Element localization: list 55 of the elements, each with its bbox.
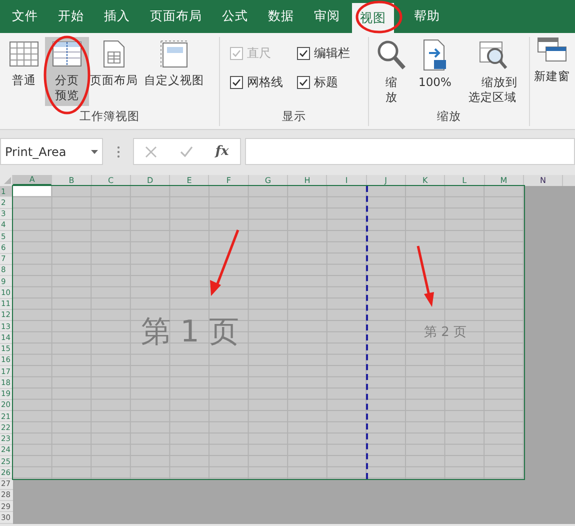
page-number-label: 第 1 页: [140, 314, 239, 352]
drag-handle-icon[interactable]: [116, 146, 120, 158]
ribbon-tab[interactable]: 数据: [260, 0, 302, 33]
column-header[interactable]: I: [327, 175, 367, 186]
group-label: 显示: [282, 109, 306, 125]
page-break-line[interactable]: [366, 186, 368, 478]
close-icon[interactable]: [145, 146, 158, 158]
checkbox-option[interactable]: 网格线: [230, 74, 283, 91]
ribbon-tab[interactable]: 页面布局: [142, 0, 210, 33]
annotation-ellipse: [355, 0, 403, 34]
checkbox-option[interactable]: 编辑栏: [297, 45, 350, 62]
group-label: 缩放: [437, 109, 461, 125]
checkbox[interactable]: [297, 47, 310, 60]
column-header[interactable]: A: [13, 175, 52, 186]
page-zoom-icon: [420, 39, 449, 71]
grid-icon: [9, 39, 39, 69]
zoom-button[interactable]: 缩放到选定区域: [464, 37, 522, 108]
select-all-icon[interactable]: [4, 177, 11, 184]
page-layout-icon: [101, 39, 127, 69]
active-cell[interactable]: [13, 186, 52, 196]
page-number-label: 第 2 页: [424, 324, 467, 342]
dropdown-icon: [91, 150, 98, 154]
column-header[interactable]: F: [209, 175, 249, 186]
insert-function-button[interactable]: fx: [215, 144, 229, 159]
group-label: 工作簿视图: [80, 109, 140, 125]
checkbox[interactable]: [297, 76, 310, 89]
view-button[interactable]: 自定义视图: [139, 37, 209, 91]
column-header[interactable]: N: [524, 175, 564, 186]
zoom-selection-icon: [478, 39, 508, 71]
name-box[interactable]: Print_Area: [0, 138, 103, 165]
checkbox-option[interactable]: 标题: [297, 74, 350, 91]
page-break-icon: [52, 39, 82, 69]
ribbon-tab[interactable]: 文件: [4, 0, 46, 33]
zoom-button[interactable]: 缩放: [376, 37, 406, 108]
annotation-arrow: [209, 228, 241, 298]
custom-view-icon: [159, 39, 189, 69]
ribbon-tab[interactable]: 公式: [214, 0, 256, 33]
view-button[interactable]: 普通: [4, 37, 44, 91]
check-icon[interactable]: [180, 146, 193, 157]
ribbon-tab[interactable]: 插入: [96, 0, 138, 33]
formula-input[interactable]: [245, 138, 575, 165]
search-icon: [376, 39, 406, 71]
column-header[interactable]: E: [170, 175, 210, 186]
ribbon-tab[interactable]: 开始: [50, 0, 92, 33]
zoom-button[interactable]: 100%: [414, 37, 455, 93]
view-button[interactable]: 页面布局: [90, 37, 138, 91]
checkbox[interactable]: [230, 76, 243, 89]
print-area-grid[interactable]: 第 1 页 第 2 页: [13, 186, 524, 478]
ribbon-tab[interactable]: 帮助: [406, 0, 448, 33]
column-header[interactable]: H: [288, 175, 328, 186]
ribbon-tab[interactable]: 审阅: [306, 0, 348, 33]
column-header[interactable]: L: [445, 175, 485, 186]
new-window-button[interactable]: 新建窗: [534, 33, 570, 87]
column-header[interactable]: B: [52, 175, 92, 186]
column-header[interactable]: [563, 175, 575, 186]
